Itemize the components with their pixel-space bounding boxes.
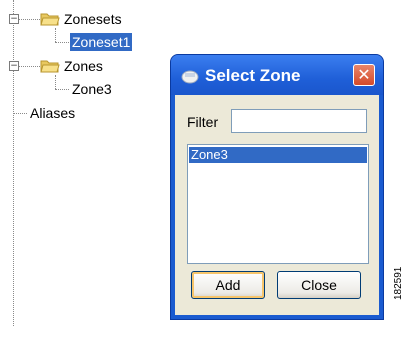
zone-list[interactable]: Zone3 — [187, 144, 369, 264]
filter-input[interactable] — [231, 109, 367, 133]
dialog-body: Filter Zone3 Add Close — [175, 95, 379, 315]
folder-open-icon — [40, 60, 60, 73]
tree-branch-line — [55, 28, 56, 42]
tree-node-aliases[interactable]: Aliases — [28, 104, 77, 122]
tree-node-zone3[interactable]: Zone3 — [70, 80, 114, 98]
select-zone-dialog: Select Zone ✕ Filter Zone3 Add Close — [170, 54, 384, 320]
folder-open-icon — [40, 13, 60, 26]
tree-node-zoneset1[interactable]: Zoneset1 — [70, 33, 133, 51]
tree-connector — [18, 66, 40, 67]
java-app-icon — [181, 70, 199, 84]
figure-number: 182591 — [393, 266, 404, 300]
tree-connector — [55, 42, 69, 43]
tree-connector — [55, 89, 69, 90]
tree-branch-line — [55, 75, 56, 89]
collapse-toggle[interactable]: − — [9, 61, 19, 71]
zone-tree: − Zonesets Zoneset1 − Zones Zone3 Aliase… — [0, 0, 170, 341]
tree-root-line — [13, 0, 14, 326]
close-button[interactable]: Close — [277, 271, 361, 299]
tree-connector — [18, 19, 40, 20]
dialog-titlebar[interactable]: Select Zone ✕ — [171, 55, 383, 95]
filter-label: Filter — [187, 114, 219, 130]
tree-node-zonesets[interactable]: Zonesets — [62, 10, 124, 28]
list-item[interactable]: Zone3 — [189, 147, 367, 163]
close-icon[interactable]: ✕ — [353, 64, 375, 86]
tree-node-zones[interactable]: Zones — [62, 57, 105, 75]
tree-connector — [13, 113, 27, 114]
add-button[interactable]: Add — [191, 271, 265, 299]
collapse-toggle[interactable]: − — [9, 14, 19, 24]
dialog-title: Select Zone — [205, 66, 301, 85]
